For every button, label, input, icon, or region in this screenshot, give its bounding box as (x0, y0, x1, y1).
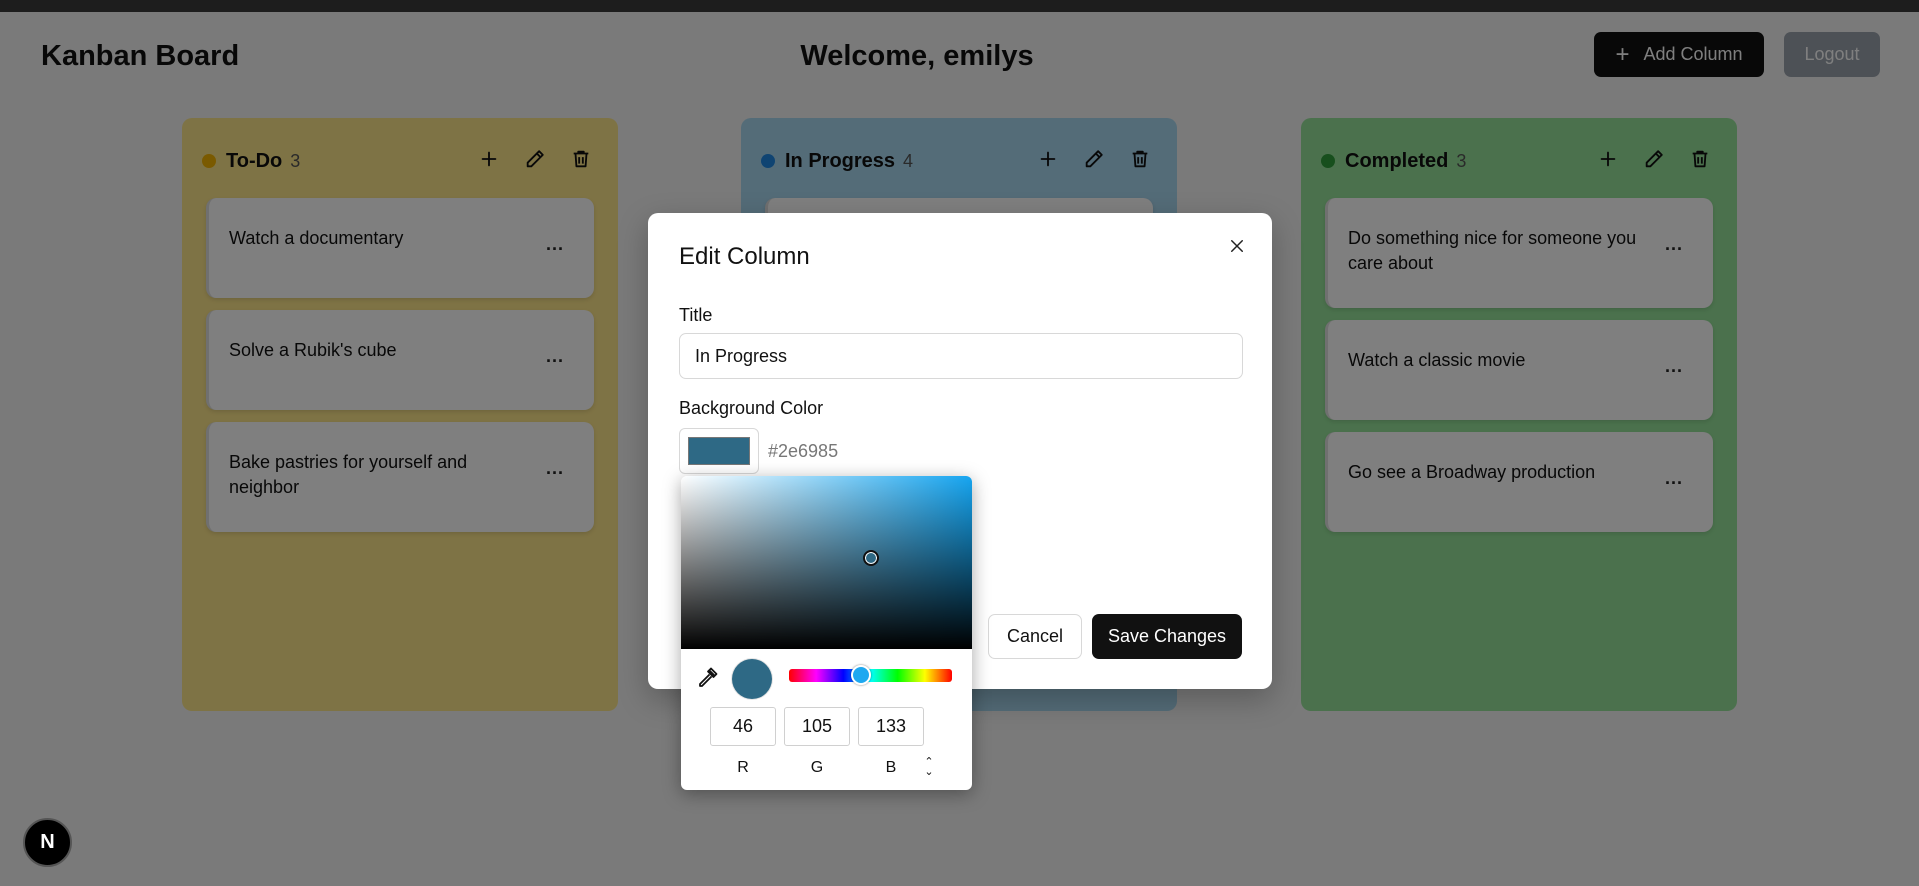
blue-input[interactable] (858, 707, 924, 746)
next-dev-badge[interactable]: N (23, 818, 72, 867)
saturation-handle[interactable] (863, 550, 879, 566)
modal-title: Edit Column (679, 243, 810, 270)
close-button[interactable] (1224, 233, 1250, 259)
color-preview (732, 659, 772, 699)
hex-value: #2e6985 (768, 441, 839, 461)
green-label: G (810, 759, 824, 776)
background-color-label: Background Color (679, 398, 824, 418)
color-picker: R G B ⌃⌄ (681, 476, 972, 790)
eyedropper-icon (699, 667, 718, 687)
green-input[interactable] (784, 707, 850, 746)
eyedropper-button[interactable] (695, 666, 719, 690)
color-swatch (688, 437, 750, 465)
red-label: R (737, 759, 749, 776)
title-label: Title (679, 305, 713, 325)
title-input[interactable] (679, 333, 1243, 379)
saturation-area[interactable] (681, 476, 972, 649)
color-swatch-button[interactable] (679, 428, 759, 474)
blue-label: B (885, 759, 897, 776)
color-mode-toggle-icon[interactable]: ⌃ ⌄ (921, 757, 937, 778)
save-changes-button[interactable]: Save Changes (1092, 614, 1242, 659)
hue-slider-handle[interactable] (851, 665, 871, 685)
close-icon (1231, 240, 1243, 252)
cancel-button[interactable]: Cancel (988, 614, 1082, 659)
red-input[interactable] (710, 707, 776, 746)
